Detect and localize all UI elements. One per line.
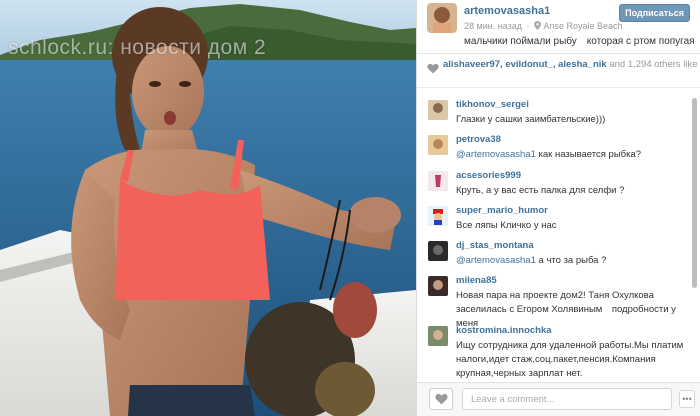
author-username[interactable]: artemovasasha1	[464, 5, 550, 17]
post-caption: мальчики поймали рыбу которая с ртом поп…	[464, 36, 700, 47]
photo-illustration	[0, 0, 416, 416]
heart-icon	[427, 61, 439, 74]
comments-scrollbar[interactable]	[692, 98, 697, 380]
commenter-avatar[interactable]	[428, 276, 448, 297]
comment-username[interactable]: dj_stas_montana	[456, 240, 534, 251]
post-detail-panel: artemovasasha1 28 мин. назад · Anse Roya…	[416, 0, 700, 416]
comment-body: Круть, а у вас есть палка для селфи ?	[456, 184, 634, 196]
post-location[interactable]: Anse Royale Beach	[544, 21, 623, 31]
comment-username[interactable]: acsesories999	[456, 170, 521, 181]
comment-item: dj_stas_montana @artemovasasha1 а что за…	[417, 238, 700, 273]
likes-rest: and 1,294 others like this.	[609, 59, 700, 70]
comment-item: acsesories999 Круть, а у вас есть палка …	[417, 168, 700, 203]
meta-separator: ·	[526, 21, 530, 31]
comment-body: Все ляпы Кличко у нас	[456, 219, 588, 231]
post-time: 28 мин. назад	[464, 21, 522, 31]
comment-item: super_mario_humor Все ляпы Кличко у нас	[417, 203, 700, 238]
comments-list[interactable]: tikhonov_sergei Глазки у сашки заимбател…	[417, 97, 700, 381]
likes-row: alishaveer97, evildonut_, alesha_nik and…	[417, 54, 700, 88]
likes-users[interactable]: alishaveer97, evildonut_, alesha_nik	[443, 59, 607, 70]
commenter-avatar[interactable]	[428, 135, 448, 156]
comment-body: как называется рыбка?	[535, 149, 642, 161]
comment-username[interactable]: petrova38	[456, 134, 501, 145]
comment-username[interactable]: kostromina.innochka	[456, 325, 552, 336]
commenter-avatar[interactable]	[428, 205, 448, 226]
commenter-avatar[interactable]	[428, 100, 448, 120]
commenter-avatar[interactable]	[428, 326, 448, 347]
comment-text: Круть, а у вас есть палка для селфи ?	[456, 184, 684, 198]
comment-username[interactable]: tikhonov_sergei	[456, 99, 529, 110]
location-pin-icon	[534, 21, 544, 31]
more-options-button[interactable]: •••	[679, 390, 695, 408]
comment-item: milena85 Новая пара на проекте дом2! Тан…	[417, 273, 700, 329]
post-photo: schlock.ru: новости дом 2	[0, 0, 416, 416]
follow-button[interactable]: Подписаться	[619, 4, 690, 22]
comment-text: Ищу сотрудника для удаленной работы.Мы п…	[456, 339, 684, 381]
comment-mention[interactable]: @artemovasasha1	[456, 149, 536, 160]
comment-footer: •••	[417, 382, 700, 416]
post-meta: 28 мин. назад · Anse Royale Beach	[464, 21, 623, 31]
scrollbar-thumb[interactable]	[692, 98, 697, 288]
comment-username[interactable]: milena85	[456, 275, 497, 286]
commenter-avatar[interactable]	[428, 241, 448, 262]
like-button[interactable]	[429, 388, 453, 410]
comment-text: Все ляпы Кличко у нас	[456, 219, 684, 233]
comment-username[interactable]: super_mario_humor	[456, 205, 548, 216]
comment-mention[interactable]: @artemovasasha1	[456, 255, 536, 266]
heart-icon	[435, 393, 448, 405]
comment-item: petrova38 @artemovasasha1 как называется…	[417, 132, 700, 167]
comment-input[interactable]	[462, 388, 672, 410]
comment-item: kostromina.innochka Ищу сотрудника для у…	[417, 323, 700, 379]
comment-text: Глазки у сашки заимбательские)))	[456, 113, 684, 127]
comment-text: @artemovasasha1 а что за рыба ?	[456, 254, 684, 268]
comment-body: а что за рыба ?	[535, 255, 607, 267]
watermark: schlock.ru: новости дом 2	[8, 36, 267, 59]
comment-item: tikhonov_sergei Глазки у сашки заимбател…	[417, 97, 700, 132]
comment-text: @artemovasasha1 как называется рыбка?	[456, 148, 684, 162]
comment-body: Глазки у сашки заимбательские)))	[456, 114, 606, 125]
commenter-avatar[interactable]	[428, 170, 448, 191]
author-avatar[interactable]	[427, 3, 457, 33]
post-header: artemovasasha1 28 мин. назад · Anse Roya…	[417, 0, 700, 54]
comment-body: Ищу сотрудника для удаленной работы.Мы п…	[456, 340, 684, 380]
likes-summary: alishaveer97, evildonut_, alesha_nik and…	[443, 59, 700, 70]
